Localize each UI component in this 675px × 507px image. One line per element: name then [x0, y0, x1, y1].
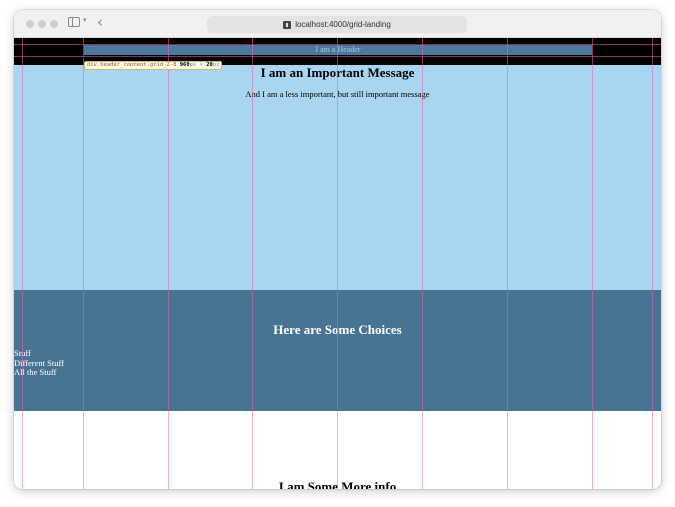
grid-overlay-line [652, 38, 653, 489]
grid-overlay-line [422, 38, 423, 489]
grid-overlay-line [592, 38, 593, 489]
inspector-height-unit: px [212, 62, 220, 68]
element-inspector-tooltip: div.header_content.grid_2-8 960px × 20px [84, 61, 223, 70]
grid-overlay-line [83, 38, 84, 489]
page-viewport: I am a Header div.header_content.grid_2-… [14, 38, 661, 489]
browser-toolbar: ▾ ‹ localhost:4000/grid-landing [14, 10, 661, 38]
chevron-down-icon[interactable]: ▾ [83, 16, 87, 24]
grid-overlay-row-line [14, 56, 661, 57]
browser-window: ▾ ‹ localhost:4000/grid-landing I am a H… [14, 10, 661, 489]
address-bar[interactable]: localhost:4000/grid-landing [207, 16, 467, 33]
inspector-times: × [199, 62, 203, 68]
grid-overlay-line [507, 38, 508, 489]
minimize-window-button[interactable] [38, 20, 46, 28]
grid-overlay-line [252, 38, 253, 489]
grid-overlay-line [337, 38, 338, 489]
inspector-width-unit: px [189, 62, 197, 68]
inspector-width: 960 [179, 62, 190, 68]
grid-overlay-row-line [14, 44, 661, 45]
maximize-window-button[interactable] [50, 20, 58, 28]
back-arrow-icon[interactable]: ‹ [97, 13, 103, 31]
grid-overlay-line [22, 38, 23, 489]
header-content: I am a Header [84, 45, 592, 55]
grid-overlay-line [168, 38, 169, 489]
close-window-button[interactable] [26, 20, 34, 28]
inspector-selector: div.header_content.grid_2-8 [87, 62, 177, 68]
inspector-height: 20 [206, 62, 213, 68]
site-favicon-icon [283, 20, 292, 29]
address-bar-url: localhost:4000/grid-landing [295, 20, 391, 29]
sidebar-toggle-icon[interactable] [68, 17, 80, 27]
